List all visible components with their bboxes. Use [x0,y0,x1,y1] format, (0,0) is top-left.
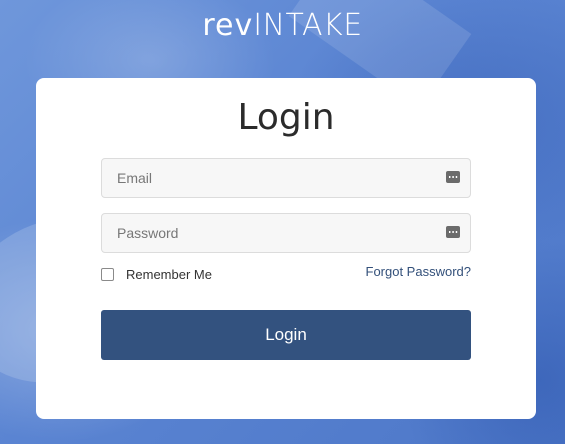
forgot-password-link[interactable]: Forgot Password? [366,264,472,279]
password-field-wrapper [101,213,471,253]
password-manager-icon[interactable] [446,226,460,238]
password-manager-icon[interactable] [446,171,460,183]
login-button[interactable]: Login [101,310,471,360]
email-input[interactable] [102,159,437,197]
login-card: Login Remember Me Forgot Password? Login [36,78,536,419]
logo-suffix: INTAKE [253,8,363,43]
logo-prefix: rev [202,8,254,43]
remember-me-label: Remember Me [126,267,212,282]
email-field-wrapper [101,158,471,198]
page-title: Login [237,97,335,138]
brand-logo: revINTAKE [0,9,565,43]
password-input[interactable] [102,214,437,252]
remember-me[interactable]: Remember Me [101,267,212,282]
remember-me-checkbox[interactable] [101,268,114,281]
